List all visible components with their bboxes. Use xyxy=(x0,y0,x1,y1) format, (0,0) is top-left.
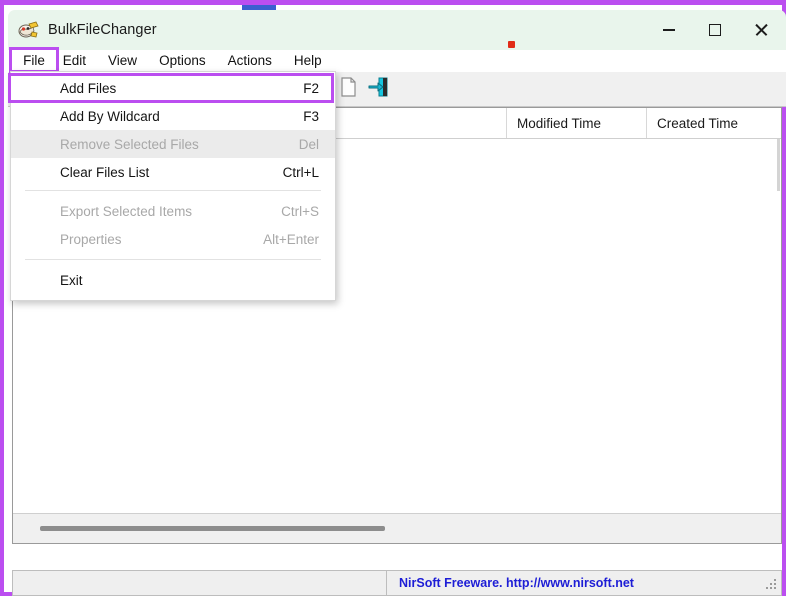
column-header-modified-time[interactable]: Modified Time xyxy=(507,108,647,138)
status-bar-left-pane xyxy=(13,571,387,595)
vertical-scrollbar[interactable] xyxy=(777,139,780,191)
menu-separator-2 xyxy=(25,259,321,260)
menu-item-properties: Properties Alt+Enter xyxy=(11,225,335,253)
menubar-item-file[interactable]: File xyxy=(9,47,59,73)
window-title: BulkFileChanger xyxy=(48,22,157,38)
status-bar: NirSoft Freeware. http://www.nirsoft.net xyxy=(12,570,782,596)
menu-bar: File Edit View Options Actions Help xyxy=(8,50,786,72)
menu-item-properties-accel: Alt+Enter xyxy=(263,232,319,247)
menu-item-add-files[interactable]: Add Files F2 xyxy=(11,74,335,102)
menu-item-add-by-wildcard[interactable]: Add By Wildcard F3 xyxy=(11,102,335,130)
exit-door-icon[interactable] xyxy=(368,76,390,103)
menu-item-clear-files-list-label: Clear Files List xyxy=(60,165,283,180)
menubar-item-actions[interactable]: Actions xyxy=(217,51,283,71)
menu-item-properties-label: Properties xyxy=(60,232,263,247)
column-header-created-time[interactable]: Created Time xyxy=(647,108,781,138)
menu-item-clear-files-list-accel: Ctrl+L xyxy=(283,165,319,180)
maximize-button[interactable] xyxy=(692,10,738,50)
menu-item-remove-selected-files-accel: Del xyxy=(299,137,319,152)
menu-item-add-by-wildcard-label: Add By Wildcard xyxy=(60,109,303,124)
bulkfilechanger-window: BulkFileChanger File Edit View Options A… xyxy=(0,0,786,596)
menubar-item-options[interactable]: Options xyxy=(148,51,217,71)
maximize-icon xyxy=(709,24,721,36)
nirsoft-freeware-link[interactable]: NirSoft Freeware. http://www.nirsoft.net xyxy=(387,576,634,590)
close-button[interactable] xyxy=(738,10,784,50)
menu-item-exit[interactable]: Exit xyxy=(11,266,335,294)
menu-item-export-selected-items: Export Selected Items Ctrl+S xyxy=(11,197,335,225)
menu-item-remove-selected-files-label: Remove Selected Files xyxy=(60,137,299,152)
menu-separator-1 xyxy=(25,190,321,191)
menu-item-add-files-accel: F2 xyxy=(303,81,319,96)
menu-item-add-files-label: Add Files xyxy=(60,81,303,96)
red-annotation-dot xyxy=(508,41,515,48)
resize-grip-icon[interactable] xyxy=(766,577,778,589)
menu-item-exit-label: Exit xyxy=(60,273,319,288)
horizontal-scrollbar-thumb[interactable] xyxy=(40,526,385,531)
title-bar: BulkFileChanger xyxy=(8,10,786,50)
menu-item-export-selected-items-label: Export Selected Items xyxy=(60,204,281,219)
horizontal-scrollbar[interactable] xyxy=(13,513,781,543)
menu-item-add-by-wildcard-accel: F3 xyxy=(303,109,319,124)
menubar-item-view[interactable]: View xyxy=(97,51,148,71)
minimize-icon xyxy=(663,29,675,31)
bulkfilechanger-app-icon xyxy=(17,19,39,41)
close-icon xyxy=(754,23,768,37)
toolbar-icon-group xyxy=(338,76,390,103)
menubar-item-file-label: File xyxy=(23,53,45,68)
menu-item-export-selected-items-accel: Ctrl+S xyxy=(281,204,319,219)
top-blue-marker xyxy=(242,5,276,10)
file-dropdown-menu[interactable]: Add Files F2 Add By Wildcard F3 Remove S… xyxy=(10,71,336,301)
minimize-button[interactable] xyxy=(646,10,692,50)
window-controls xyxy=(646,10,784,50)
menu-item-remove-selected-files: Remove Selected Files Del xyxy=(11,130,335,158)
menu-item-clear-files-list[interactable]: Clear Files List Ctrl+L xyxy=(11,158,335,186)
menubar-item-help[interactable]: Help xyxy=(283,51,333,71)
copy-icon[interactable] xyxy=(338,76,358,103)
